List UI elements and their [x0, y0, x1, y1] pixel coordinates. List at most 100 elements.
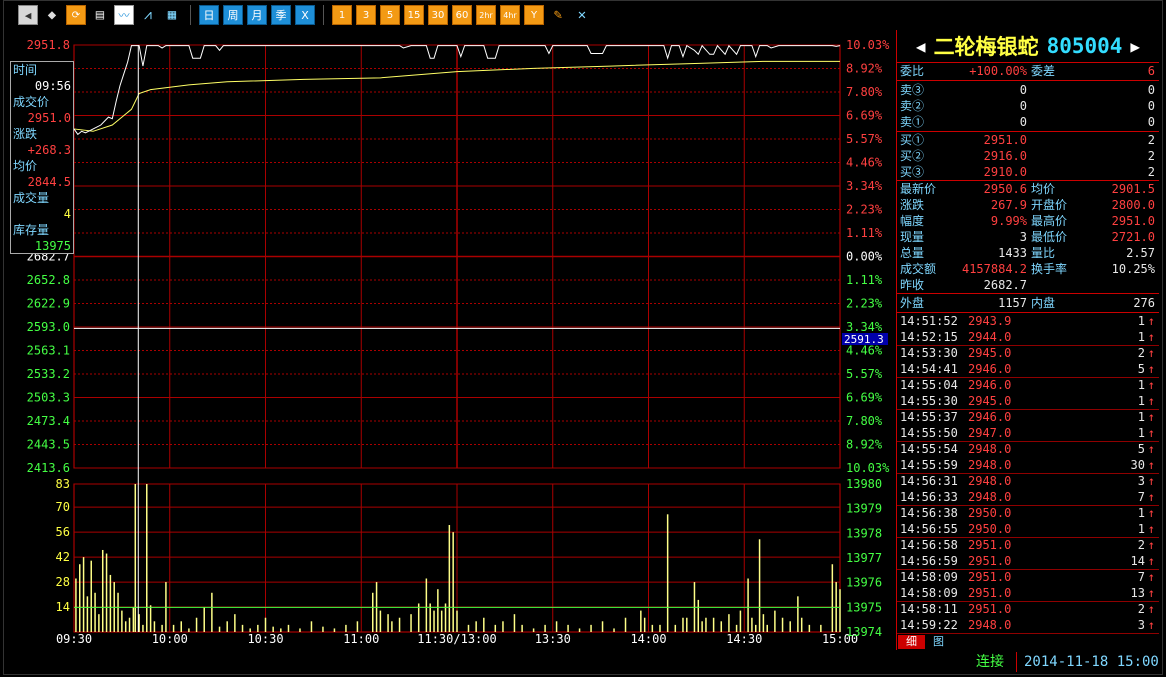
tick-volume: 5: [1137, 442, 1145, 456]
tab-detail[interactable]: 细: [898, 635, 925, 649]
minute-60-button[interactable]: 60: [452, 5, 472, 25]
pen-icon[interactable]: ✎: [548, 5, 568, 25]
connection-status[interactable]: 连接: [976, 652, 1004, 672]
tick-row: 14:52:15 2944.0 1 ↑: [897, 329, 1155, 345]
bid-price: 2916.0: [983, 149, 1027, 163]
info-avg-label: 均价: [13, 159, 38, 173]
period-x-button[interactable]: X: [295, 5, 315, 25]
tick-price: 2946.0: [968, 378, 1012, 392]
bid-label: 买①: [900, 133, 925, 147]
bid-label: 买③: [900, 165, 925, 179]
tick-price: 2943.9: [968, 314, 1012, 328]
clipboard-icon[interactable]: ▤: [90, 5, 110, 25]
tick-volume: 1: [1137, 330, 1145, 344]
tick-time: 14:58:09: [900, 586, 958, 600]
quote-label: 最高价: [1031, 214, 1068, 228]
tick-volume: 1: [1137, 314, 1145, 328]
quote-label: 换手率: [1031, 262, 1068, 276]
tick-volume: 5: [1137, 362, 1145, 376]
tick-price: 2945.0: [968, 394, 1012, 408]
tick-up-arrow-icon: ↑: [1147, 410, 1155, 424]
quote-label: 开盘价: [1031, 198, 1068, 212]
tick-row: 14:59:22 2948.0 3 ↑: [897, 617, 1155, 633]
tick-row: 14:56:31 2948.0 3 ↑: [897, 473, 1155, 489]
quote-row: 总量 1433 量比 2.57: [897, 245, 1155, 261]
tick-volume: 1: [1137, 522, 1145, 536]
tick-up-arrow-icon: ↑: [1147, 570, 1155, 584]
outer-value: 1157: [998, 296, 1027, 310]
quote-value: 2.57: [1126, 246, 1155, 260]
info-avg: 2844.5: [27, 175, 71, 189]
tick-time: 14:53:30: [900, 346, 958, 360]
period-month-button[interactable]: 月: [247, 5, 267, 25]
hour-4-button[interactable]: 4hr: [500, 5, 520, 25]
weibi-label: 委比: [900, 64, 925, 78]
year-button[interactable]: Y: [524, 5, 544, 25]
minute-1-button[interactable]: 1: [332, 5, 352, 25]
tick-up-arrow-icon: ↑: [1147, 522, 1155, 536]
tick-volume: 2: [1137, 346, 1145, 360]
bid-volume: 2: [1147, 165, 1155, 179]
quote-row: 昨收 2682.7: [897, 277, 1155, 293]
cube-icon[interactable]: ◆: [42, 5, 62, 25]
tick-price: 2945.0: [968, 346, 1012, 360]
quote-value: 2951.0: [1111, 214, 1155, 228]
tick-time: 14:56:59: [900, 554, 958, 568]
period-season-button[interactable]: 季: [271, 5, 291, 25]
info-holding-label: 库存量: [13, 223, 50, 237]
prev-instrument-icon[interactable]: ◀: [916, 37, 926, 56]
status-datetime: 2014-11-18 15:00: [1024, 654, 1159, 670]
tick-up-arrow-icon: ↑: [1147, 426, 1155, 440]
period-day-button[interactable]: 日: [199, 5, 219, 25]
quote-label: 最低价: [1031, 230, 1068, 244]
minute-15-button[interactable]: 15: [404, 5, 424, 25]
tick-price: 2946.0: [968, 410, 1012, 424]
bid-row: 买① 2951.0 2: [897, 132, 1155, 148]
tick-volume: 1: [1137, 410, 1145, 424]
bid-price: 2951.0: [983, 133, 1027, 147]
tick-up-arrow-icon: ↑: [1147, 362, 1155, 376]
tick-price: 2944.0: [968, 330, 1012, 344]
next-instrument-icon[interactable]: ▶: [1130, 37, 1140, 56]
tick-row: 14:56:55 2950.0 1 ↑: [897, 521, 1155, 537]
tick-up-arrow-icon: ↑: [1147, 330, 1155, 344]
tick-up-arrow-icon: ↑: [1147, 346, 1155, 360]
info-change-label: 涨跌: [13, 127, 38, 141]
tick-time: 14:56:58: [900, 538, 958, 552]
period-week-button[interactable]: 周: [223, 5, 243, 25]
tick-volume: 14: [1130, 554, 1145, 568]
toolbar-separator: [190, 5, 191, 25]
quote-value: 2682.7: [983, 278, 1027, 292]
tick-up-arrow-icon: ↑: [1147, 442, 1155, 456]
grid-icon[interactable]: ▦: [162, 5, 182, 25]
info-volume: 4: [63, 207, 71, 221]
tick-price: 2951.0: [968, 586, 1012, 600]
info-time: 09:56: [34, 79, 71, 93]
bid-volume: 2: [1147, 133, 1155, 147]
hour-2-button[interactable]: 2hr: [476, 5, 496, 25]
tick-row: 14:58:09 2951.0 13 ↑: [897, 585, 1155, 601]
toolbar-separator: [323, 5, 324, 25]
tick-volume: 3: [1137, 618, 1145, 632]
crosshair-info-box: 时间 09:56 成交价 2951.0 涨跌 +268.3 均价 2844.5 …: [10, 61, 74, 254]
weicha-label: 委差: [1031, 64, 1056, 78]
tick-time: 14:58:11: [900, 602, 958, 616]
minute-3-button[interactable]: 3: [356, 5, 376, 25]
tick-time: 14:55:50: [900, 426, 958, 440]
tick-volume: 13: [1130, 586, 1145, 600]
minute-5-button[interactable]: 5: [380, 5, 400, 25]
back-icon[interactable]: ◀: [18, 5, 38, 25]
ask-row: 卖② 0 0: [897, 98, 1155, 114]
outer-inner-row: 外盘 1157 内盘 276: [897, 295, 1155, 311]
minute-30-button[interactable]: 30: [428, 5, 448, 25]
info-price-label: 成交价: [13, 95, 50, 109]
tick-row: 14:55:30 2945.0 1 ↑: [897, 393, 1155, 409]
intraday-chart-icon[interactable]: 〰: [114, 5, 134, 25]
tick-volume: 1: [1137, 506, 1145, 520]
tab-chart[interactable]: 图: [925, 635, 952, 649]
cross-tools-icon[interactable]: ✕: [572, 5, 592, 25]
tick-price: 2946.0: [968, 362, 1012, 376]
kline-icon[interactable]: ⩘: [138, 5, 158, 25]
refresh-icon[interactable]: ⟳: [66, 5, 86, 25]
tick-volume: 1: [1137, 426, 1145, 440]
